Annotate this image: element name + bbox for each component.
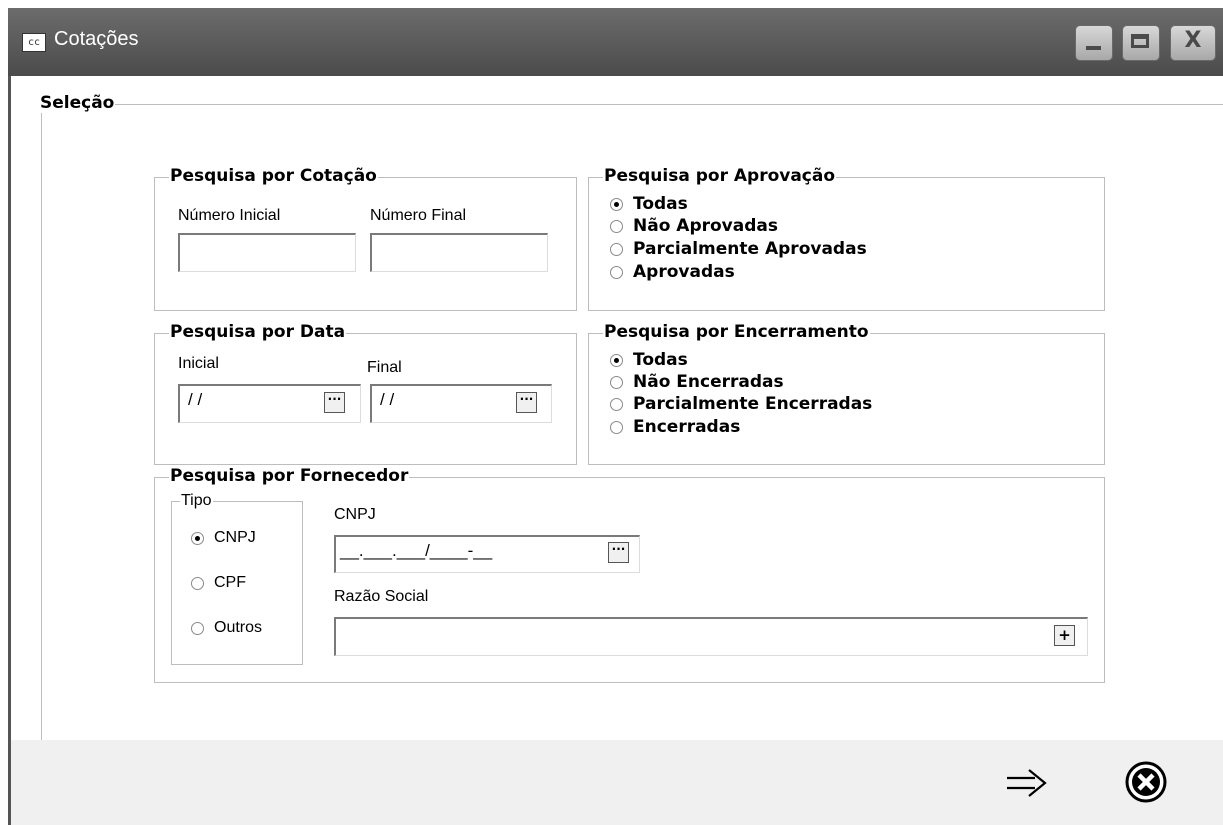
aprovacao-nao-aprovadas-radio[interactable]: Não Aprovadas — [610, 216, 778, 236]
cnpj-input[interactable]: __.___.___/____-__ — [334, 535, 640, 573]
data-inicial-ellipsis-button[interactable]: ··· — [324, 392, 345, 413]
encerramento-nao-encerradas-radio[interactable]: Não Encerradas — [610, 372, 784, 392]
tipo-legend: Tipo — [180, 492, 213, 510]
numero-final-label: Número Final — [370, 207, 467, 224]
window-title: Cotações — [54, 28, 139, 50]
cnpj-label: CNPJ — [334, 506, 376, 523]
cancel-circle-icon — [1125, 761, 1167, 803]
aprovacao-option-label: Parcialmente Aprovadas — [633, 239, 867, 259]
next-button[interactable] — [1005, 767, 1049, 803]
aprovacao-option-label: Aprovadas — [633, 262, 735, 282]
app-icon: cc — [22, 33, 46, 52]
minimize-button[interactable] — [1075, 25, 1113, 61]
encerramento-parcialmente-radio[interactable]: Parcialmente Encerradas — [610, 394, 872, 414]
minimize-icon — [1086, 46, 1101, 50]
fornecedor-legend: Pesquisa por Fornecedor — [169, 466, 410, 486]
maximize-button[interactable] — [1122, 25, 1160, 61]
numero-inicial-input[interactable] — [178, 233, 356, 272]
tipo-option-label: Outros — [214, 619, 263, 636]
aprovacao-todas-radio[interactable]: Todas — [610, 194, 688, 214]
data-final-ellipsis-button[interactable]: ··· — [516, 392, 537, 413]
razao-social-input[interactable] — [334, 617, 1088, 656]
data-final-value: / / — [380, 390, 395, 409]
aprovacao-legend: Pesquisa por Aprovação — [603, 166, 837, 186]
title-bar: cc Cotações X — [8, 8, 1223, 76]
encerramento-option-label: Encerradas — [633, 417, 741, 437]
radio-icon — [191, 576, 204, 590]
tipo-cnpj-radio[interactable]: CNPJ — [191, 529, 256, 547]
aprovacao-parcialmente-radio[interactable]: Parcialmente Aprovadas — [610, 239, 867, 259]
encerramento-option-label: Todas — [633, 350, 688, 370]
radio-icon — [610, 397, 623, 411]
maximize-icon — [1131, 34, 1149, 48]
encerramento-option-label: Parcialmente Encerradas — [633, 394, 873, 414]
radio-icon — [610, 420, 623, 434]
aprovacao-option-label: Todas — [633, 194, 688, 214]
encerramento-option-label: Não Encerradas — [633, 372, 784, 392]
razao-social-add-button[interactable]: + — [1054, 625, 1075, 646]
data-legend: Pesquisa por Data — [169, 322, 347, 342]
close-button[interactable]: X — [1170, 25, 1216, 61]
radio-icon — [191, 621, 204, 635]
data-final-label: Final — [367, 359, 402, 376]
numero-final-input[interactable] — [370, 233, 548, 272]
radio-checked-icon — [610, 353, 623, 367]
footer-bar — [11, 740, 1223, 825]
radio-icon — [610, 219, 623, 233]
cotacoes-window: cc Cotações X Seleção Pesquisa por Cotaç… — [8, 8, 1223, 825]
tipo-cpf-radio[interactable]: CPF — [191, 574, 246, 592]
tipo-option-label: CPF — [214, 574, 246, 591]
cancel-button[interactable] — [1124, 760, 1168, 808]
radio-icon — [610, 242, 623, 256]
data-inicial-value: / / — [188, 390, 203, 409]
data-inicial-label: Inicial — [178, 355, 219, 372]
selecao-legend: Seleção — [39, 93, 116, 113]
cnpj-ellipsis-button[interactable]: ··· — [608, 542, 629, 563]
radio-icon — [610, 265, 623, 279]
content-area: Seleção Pesquisa por Cotação Número Inic… — [8, 76, 1223, 825]
arrow-right-icon — [1007, 769, 1047, 797]
razao-social-label: Razão Social — [334, 588, 429, 605]
encerramento-encerradas-radio[interactable]: Encerradas — [610, 417, 740, 437]
radio-checked-icon — [191, 531, 204, 545]
tipo-outros-radio[interactable]: Outros — [191, 619, 262, 637]
radio-checked-icon — [610, 197, 623, 211]
aprovacao-aprovadas-radio[interactable]: Aprovadas — [610, 262, 735, 282]
encerramento-todas-radio[interactable]: Todas — [610, 350, 688, 370]
radio-icon — [610, 375, 623, 389]
numero-inicial-label: Número Inicial — [178, 207, 281, 224]
aprovacao-option-label: Não Aprovadas — [633, 216, 778, 236]
encerramento-legend: Pesquisa por Encerramento — [603, 322, 870, 342]
cnpj-value: __.___.___/____-__ — [340, 541, 493, 560]
tipo-option-label: CNPJ — [214, 529, 256, 546]
cotacao-legend: Pesquisa por Cotação — [169, 166, 378, 186]
close-icon: X — [1184, 28, 1202, 53]
